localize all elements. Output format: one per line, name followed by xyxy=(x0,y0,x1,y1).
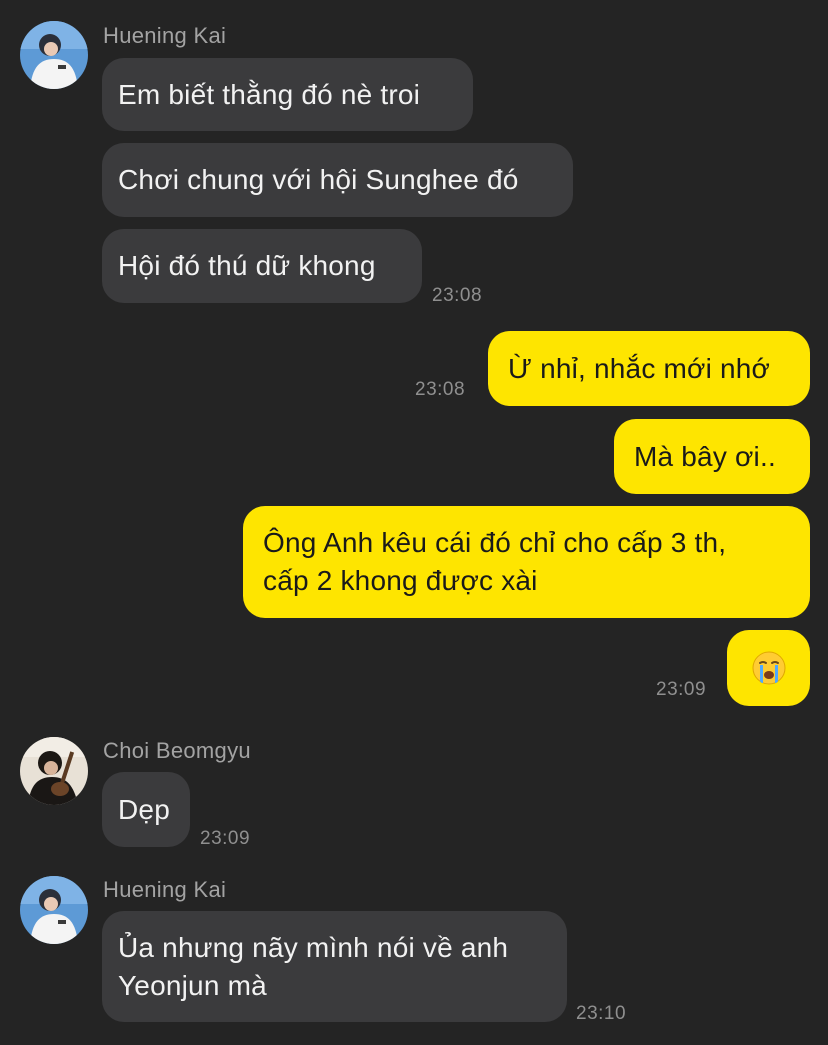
message-bubble[interactable]: Chơi chung với hội Sunghee đó xyxy=(102,143,573,217)
message-bubble[interactable]: Ừ nhỉ, nhắc mới nhớ xyxy=(488,331,810,406)
avatar-huening-kai[interactable] xyxy=(20,21,88,89)
sender-name: Choi Beomgyu xyxy=(103,738,251,763)
message-text: Em biết thằng đó nè troi xyxy=(118,78,421,110)
sender-name: Huening Kai xyxy=(103,23,227,48)
message-bubble[interactable] xyxy=(727,630,810,706)
message-text-line: cấp 2 khong được xài xyxy=(263,565,538,596)
message-timestamp: 23:10 xyxy=(576,1003,627,1024)
message-bubble[interactable]: Mà bây ơi.. xyxy=(614,419,810,494)
message-timestamp: 23:09 xyxy=(656,679,707,700)
message-text: Mà bây ơi.. xyxy=(634,440,776,472)
sender-name: Huening Kai xyxy=(103,877,227,902)
message-timestamp: 23:08 xyxy=(415,379,466,400)
message-text-line: Ủa nhưng nãy mình nói về anh xyxy=(118,932,509,963)
crying-face-icon xyxy=(752,651,785,685)
message-text-line: Ông Anh kêu cái đó chỉ cho cấp 3 th, xyxy=(263,527,727,558)
message-text-line: Yeonjun mà xyxy=(118,970,267,1001)
message-text: Hội đó thú dữ khong xyxy=(118,250,376,281)
avatar-choi-beomgyu[interactable] xyxy=(20,737,88,805)
avatar-huening-kai[interactable] xyxy=(20,876,88,944)
message-timestamp: 23:08 xyxy=(432,285,483,306)
message-bubble[interactable]: Dẹp xyxy=(102,772,190,847)
message-bubble[interactable]: Ông Anh kêu cái đó chỉ cho cấp 3 th, cấp… xyxy=(243,506,810,618)
message-timestamp: 23:09 xyxy=(200,828,251,849)
message-bubble[interactable]: Em biết thằng đó nè troi xyxy=(102,58,473,131)
message-bubble[interactable]: Ủa nhưng nãy mình nói về anh Yeonjun mà xyxy=(102,911,567,1022)
message-text: Ừ nhỉ, nhắc mới nhớ xyxy=(508,352,771,384)
message-bubble[interactable]: Hội đó thú dữ khong xyxy=(102,229,422,303)
message-text: Chơi chung với hội Sunghee đó xyxy=(118,164,519,195)
chat-screen[interactable]: Huening Kai Em biết thằng đó nè troi Chơ… xyxy=(0,0,828,1045)
message-text: Dẹp xyxy=(118,793,170,825)
